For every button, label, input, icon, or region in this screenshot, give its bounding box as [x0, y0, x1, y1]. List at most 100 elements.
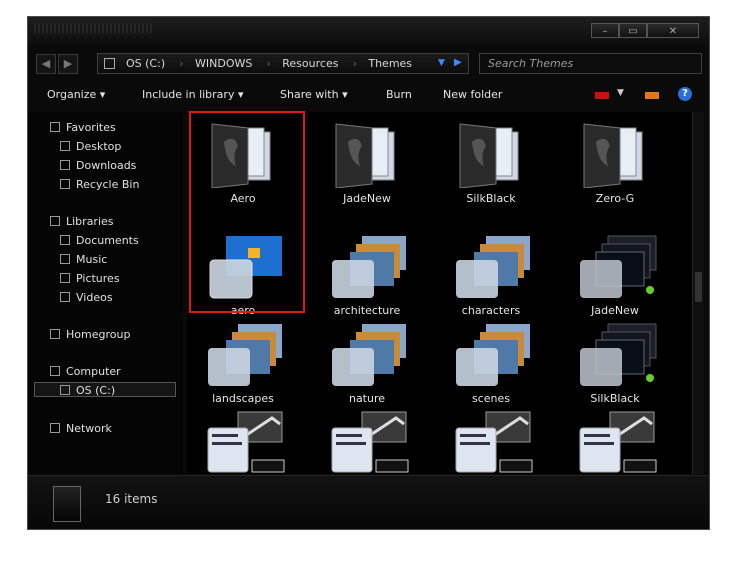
nav-favorites[interactable]: Favorites — [50, 121, 116, 134]
file-item-label: architecture — [333, 304, 401, 317]
nav-homegroup[interactable]: Homegroup — [50, 328, 130, 341]
file-item[interactable]: characters — [435, 234, 547, 320]
recycle-bin-icon — [60, 179, 70, 189]
burn-button[interactable]: Burn — [386, 88, 412, 101]
nav-label: Music — [76, 253, 108, 266]
theme-icon — [322, 408, 412, 474]
file-item[interactable]: SilkBlack — [559, 322, 671, 408]
file-item[interactable] — [435, 408, 547, 474]
view-dropdown-icon[interactable]: ▼ — [617, 88, 624, 98]
theme-icon — [570, 322, 660, 392]
preview-pane-icon[interactable] — [645, 92, 659, 99]
file-item[interactable] — [311, 408, 423, 474]
nav-label: Network — [66, 422, 112, 435]
star-icon — [50, 122, 60, 132]
nav-label: Computer — [66, 365, 121, 378]
nav-libraries[interactable]: Libraries — [50, 215, 114, 228]
selection-highlight — [189, 111, 305, 313]
address-bar-row: ◀ ▶ OS (C:) › WINDOWS › Resources › Themes … — [28, 47, 709, 81]
scrollbar-thumb[interactable] — [695, 272, 702, 302]
desktop-icon — [60, 141, 70, 151]
title-bar[interactable]: – ▭ ✕ — [28, 17, 709, 45]
file-item-label: JadeNew — [343, 192, 391, 205]
folder-icon — [446, 122, 536, 192]
pictures-icon — [60, 273, 70, 283]
share-with-button[interactable]: Share with ▾ — [280, 88, 348, 101]
navigation-pane: Favorites Desktop Downloads Recycle Bin … — [28, 112, 183, 474]
nav-label: Documents — [76, 234, 139, 247]
item-count: 16 items — [105, 492, 158, 506]
theme-icon — [198, 408, 288, 474]
file-item[interactable]: SilkBlack — [435, 122, 547, 208]
new-folder-button[interactable]: New folder — [443, 88, 502, 101]
details-pane: 16 items — [28, 475, 709, 529]
include-in-library-button[interactable]: Include in library ▾ — [142, 88, 243, 101]
nav-label: Pictures — [76, 272, 120, 285]
search-input[interactable]: Search Themes — [479, 53, 702, 74]
file-item-label: nature — [348, 392, 386, 405]
file-item-label: SilkBlack — [466, 192, 516, 205]
vertical-scrollbar[interactable] — [692, 112, 704, 474]
nav-network[interactable]: Network — [50, 422, 112, 435]
file-item-label: Zero-G — [595, 192, 635, 205]
close-button[interactable]: ✕ — [647, 23, 699, 38]
file-item[interactable]: JadeNew — [311, 122, 423, 208]
theme-icon — [570, 234, 660, 304]
explorer-window: – ▭ ✕ ◀ ▶ OS (C:) › WINDOWS › Resources › T… — [27, 16, 710, 530]
nav-documents[interactable]: Documents — [60, 234, 139, 247]
file-item[interactable]: landscapes — [187, 322, 299, 408]
nav-downloads[interactable]: Downloads — [60, 159, 136, 172]
minimize-button[interactable]: – — [591, 23, 619, 38]
nav-label: Recycle Bin — [76, 178, 140, 191]
theme-icon — [322, 322, 412, 392]
file-item-label: characters — [461, 304, 521, 317]
folder-icon — [104, 58, 115, 69]
folder-thumbnail-icon — [53, 486, 81, 522]
chevron-right-icon: › — [179, 57, 184, 70]
nav-label: OS (C:) — [76, 384, 116, 397]
theme-icon — [570, 408, 660, 474]
back-button[interactable]: ◀ — [36, 54, 56, 74]
maximize-button[interactable]: ▭ — [619, 23, 647, 38]
organize-button[interactable]: Organize ▾ — [47, 88, 105, 101]
nav-os-c[interactable]: OS (C:) — [60, 384, 115, 397]
breadcrumb-os[interactable]: OS (C:) — [126, 57, 165, 70]
view-icon[interactable] — [595, 92, 609, 99]
nav-desktop[interactable]: Desktop — [60, 140, 121, 153]
computer-icon — [50, 366, 60, 376]
nav-label: Downloads — [76, 159, 137, 172]
address-bar[interactable]: OS (C:) › WINDOWS › Resources › Themes ▼ ▶ — [97, 53, 469, 74]
nav-computer[interactable]: Computer — [50, 365, 121, 378]
go-icon[interactable]: ▶ — [454, 57, 462, 68]
nav-label: Desktop — [76, 140, 122, 153]
theme-icon — [446, 234, 536, 304]
file-item[interactable]: nature — [311, 322, 423, 408]
file-item[interactable] — [187, 408, 299, 474]
file-item-label: SilkBlack — [590, 392, 640, 405]
homegroup-icon — [50, 329, 60, 339]
file-item[interactable]: scenes — [435, 322, 547, 408]
videos-icon — [60, 292, 70, 302]
help-icon[interactable]: ? — [678, 87, 692, 101]
nav-pictures[interactable]: Pictures — [60, 272, 120, 285]
nav-recycle-bin[interactable]: Recycle Bin — [60, 178, 139, 191]
file-item-label: scenes — [471, 392, 511, 405]
theme-icon — [322, 234, 412, 304]
drive-icon — [60, 385, 70, 395]
breadcrumb-resources[interactable]: Resources — [282, 57, 338, 70]
downloads-icon — [60, 160, 70, 170]
breadcrumb-windows[interactable]: WINDOWS — [195, 57, 252, 70]
theme-icon — [198, 322, 288, 392]
network-icon — [50, 423, 60, 433]
dropdown-icon[interactable]: ▼ — [438, 58, 445, 68]
theme-icon — [446, 408, 536, 474]
chevron-right-icon: › — [266, 57, 271, 70]
file-item[interactable]: Zero-G — [559, 122, 671, 208]
nav-music[interactable]: Music — [60, 253, 107, 266]
forward-button[interactable]: ▶ — [58, 54, 78, 74]
nav-videos[interactable]: Videos — [60, 291, 113, 304]
breadcrumb-themes[interactable]: Themes — [368, 57, 412, 70]
file-item[interactable] — [559, 408, 671, 474]
file-item[interactable]: architecture — [311, 234, 423, 320]
file-item[interactable]: JadeNew — [559, 234, 671, 320]
